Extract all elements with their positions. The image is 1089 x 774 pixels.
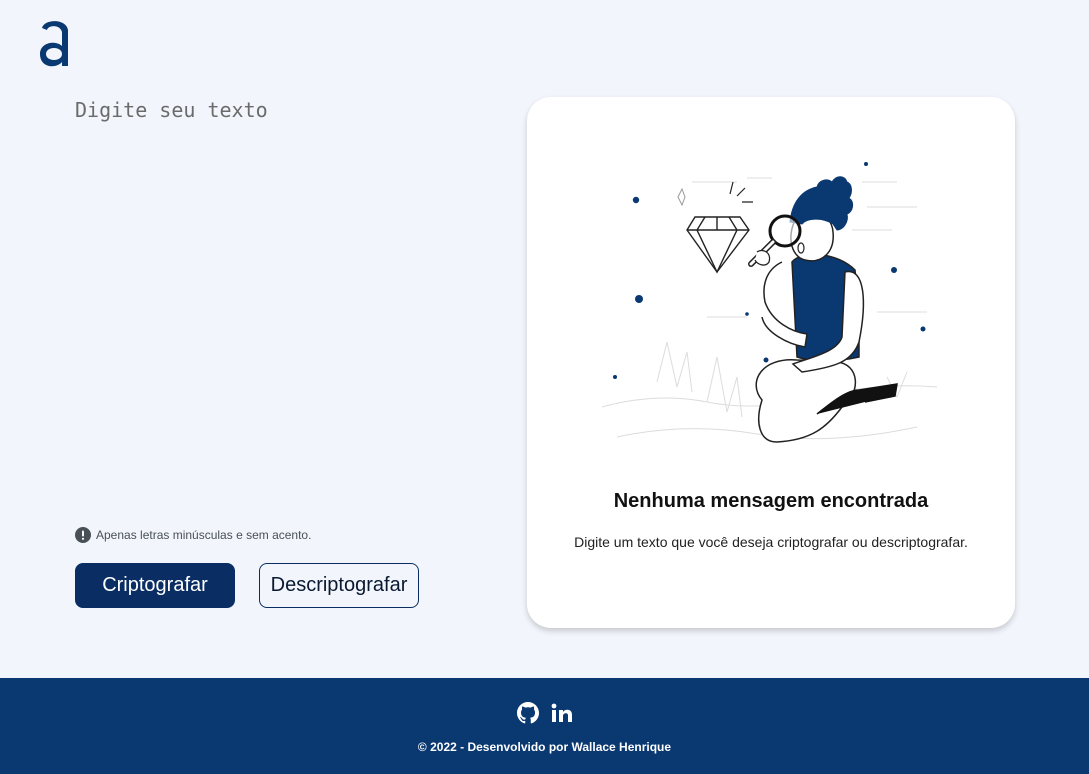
copyright-text: © 2022 - Desenvolvido por Wallace Henriq… [417,740,672,754]
output-card: Nenhuma mensagem encontrada Digite um te… [527,97,1015,628]
text-input[interactable] [75,96,495,496]
decrypt-button[interactable]: Descriptografar [259,563,419,608]
footer: © 2022 - Desenvolvido por Wallace Henriq… [0,678,1089,774]
linkedin-link[interactable] [551,702,573,724]
logo-icon[interactable] [36,16,74,70]
github-icon [516,702,539,724]
empty-state-title: Nenhuma mensagem encontrada [613,490,929,512]
hint-text: Apenas letras minúsculas e sem acento. [96,528,312,542]
social-links [0,702,1089,724]
empty-state-illustration [601,162,938,443]
encrypt-button[interactable]: Criptografar [75,563,235,608]
exclamation-circle-icon [75,527,91,543]
github-link[interactable] [516,702,539,724]
linkedin-icon [551,703,572,722]
input-hint: Apenas letras minúsculas e sem acento. [75,527,311,543]
empty-state-description: Digite um texto que você deseja criptogr… [574,534,968,550]
